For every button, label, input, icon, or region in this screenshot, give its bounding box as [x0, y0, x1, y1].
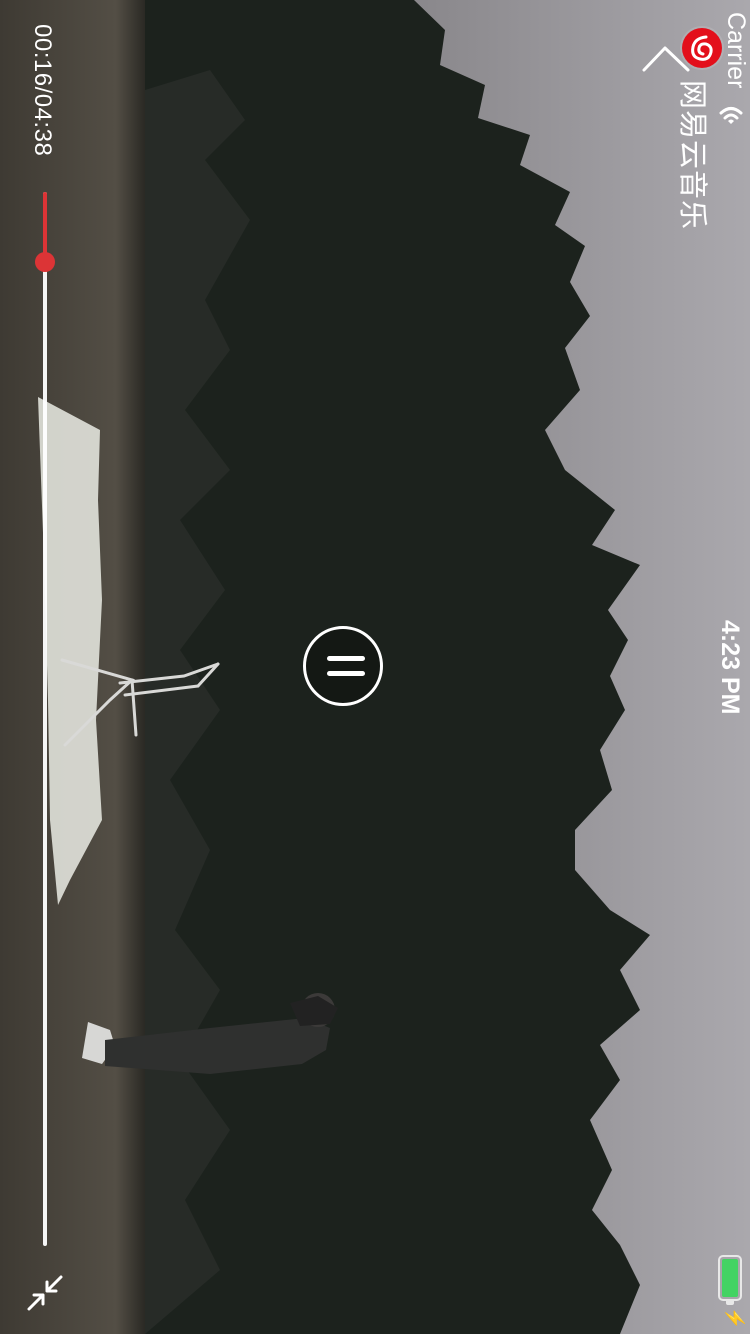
current-time: 00:16: [29, 24, 56, 87]
battery-icon: [718, 1255, 742, 1301]
pause-button[interactable]: [303, 626, 383, 706]
pause-icon: [327, 656, 365, 661]
duration: 04:38: [29, 93, 56, 157]
progress-bar[interactable]: [35, 192, 55, 1246]
video-player-screen: Carrier 4:23 PM ⚡ 网易云音乐 00:16/04:38: [0, 0, 750, 1334]
battery-level: [722, 1259, 738, 1297]
wifi-icon: [719, 107, 743, 124]
netease-cloud-music-logo-icon: [682, 28, 722, 68]
time-readout: 00:16/04:38: [28, 24, 56, 156]
exit-fullscreen-icon[interactable]: [26, 1274, 64, 1312]
brand-name: 网易云音乐: [676, 80, 708, 231]
charging-icon: ⚡: [725, 1307, 745, 1330]
progress-thumb[interactable]: [35, 251, 55, 272]
carrier-label: Carrier: [722, 12, 750, 89]
status-time: 4:23 PM: [716, 620, 744, 715]
pause-icon-bar: [327, 671, 365, 676]
battery-cap: [726, 1301, 734, 1305]
time-separator: /: [29, 86, 56, 94]
